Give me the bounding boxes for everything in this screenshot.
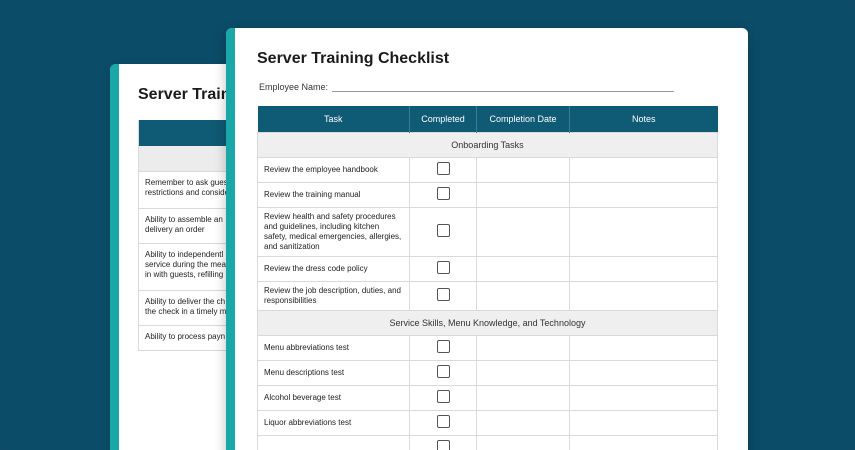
completion-date-cell[interactable]	[476, 207, 570, 257]
table-row: Liquor abbreviations test	[257, 410, 718, 436]
section-row: Service Skills, Menu Knowledge, and Tech…	[257, 310, 718, 336]
notes-cell[interactable]	[569, 410, 718, 436]
notes-cell[interactable]	[569, 207, 718, 257]
section-title: Service Skills, Menu Knowledge, and Tech…	[257, 310, 718, 336]
back-document-title: Server Traini	[138, 86, 235, 103]
completed-checkbox[interactable]	[436, 288, 450, 301]
completed-cell	[409, 335, 477, 361]
task-cell: Menu abbreviations test	[257, 335, 410, 361]
column-header-completed: Completed	[409, 106, 477, 133]
completed-checkbox[interactable]	[436, 187, 450, 200]
table-row: Alcohol beverage test	[257, 385, 718, 411]
table-row: Review the job description, duties, and …	[257, 281, 718, 311]
task-cell: Review the employee handbook	[257, 157, 410, 183]
completed-cell	[409, 207, 477, 257]
background-canvas: Server Traini Task Remember to ask guest…	[0, 0, 855, 450]
completion-date-cell[interactable]	[476, 385, 570, 411]
completion-date-cell[interactable]	[476, 157, 570, 183]
task-cell: Menu descriptions test	[257, 360, 410, 386]
completed-checkbox[interactable]	[436, 365, 450, 378]
completion-date-cell[interactable]	[476, 281, 570, 311]
back-document-accent-bar	[110, 64, 119, 450]
completed-checkbox[interactable]	[436, 162, 450, 175]
table-row: Menu descriptions test	[257, 360, 718, 386]
front-document: Server Training Checklist Employee Name:…	[226, 28, 748, 450]
notes-cell[interactable]	[569, 182, 718, 208]
completed-checkbox[interactable]	[436, 390, 450, 403]
task-cell	[257, 435, 410, 450]
completion-date-cell[interactable]	[476, 360, 570, 386]
completed-checkbox[interactable]	[436, 224, 450, 237]
column-header-task: Task	[257, 106, 410, 133]
completed-cell	[409, 256, 477, 282]
completed-cell	[409, 182, 477, 208]
checklist-table: Task Completed Completion Date Notes Onb…	[257, 106, 718, 450]
notes-cell[interactable]	[569, 335, 718, 361]
section-title: Onboarding Tasks	[257, 132, 718, 158]
employee-name-label: Employee Name:	[259, 82, 329, 92]
task-cell: Review the training manual	[257, 182, 410, 208]
table-header-row: Task Completed Completion Date Notes	[257, 106, 718, 133]
task-cell: Liquor abbreviations test	[257, 410, 410, 436]
completed-checkbox[interactable]	[436, 261, 450, 274]
notes-cell[interactable]	[569, 281, 718, 311]
notes-cell[interactable]	[569, 385, 718, 411]
completed-cell	[409, 410, 477, 436]
table-row: Menu abbreviations test	[257, 335, 718, 361]
column-header-notes: Notes	[569, 106, 718, 133]
completion-date-cell[interactable]	[476, 182, 570, 208]
task-cell: Review the job description, duties, and …	[257, 281, 410, 311]
employee-name-field: Employee Name:	[259, 82, 675, 92]
completion-date-cell[interactable]	[476, 435, 570, 450]
completed-cell	[409, 281, 477, 311]
table-row: Review the training manual	[257, 182, 718, 208]
document-title: Server Training Checklist	[257, 50, 450, 67]
employee-name-line	[332, 82, 675, 92]
completed-cell	[409, 157, 477, 183]
task-cell: Review the dress code policy	[257, 256, 410, 282]
table-row: Review the dress code policy	[257, 256, 718, 282]
completion-date-cell[interactable]	[476, 410, 570, 436]
task-cell: Alcohol beverage test	[257, 385, 410, 411]
column-header-completion-date: Completion Date	[476, 106, 570, 133]
front-document-accent-bar	[226, 28, 235, 450]
table-row	[257, 435, 718, 450]
completed-checkbox[interactable]	[436, 340, 450, 353]
table-row: Review health and safety procedures and …	[257, 207, 718, 257]
completed-checkbox[interactable]	[436, 415, 450, 428]
completed-cell	[409, 435, 477, 450]
notes-cell[interactable]	[569, 256, 718, 282]
completed-checkbox[interactable]	[436, 440, 450, 450]
notes-cell[interactable]	[569, 157, 718, 183]
section-row: Onboarding Tasks	[257, 132, 718, 158]
table-row: Review the employee handbook	[257, 157, 718, 183]
completed-cell	[409, 360, 477, 386]
notes-cell[interactable]	[569, 360, 718, 386]
task-cell: Review health and safety procedures and …	[257, 207, 410, 257]
notes-cell[interactable]	[569, 435, 718, 450]
completion-date-cell[interactable]	[476, 256, 570, 282]
completed-cell	[409, 385, 477, 411]
completion-date-cell[interactable]	[476, 335, 570, 361]
